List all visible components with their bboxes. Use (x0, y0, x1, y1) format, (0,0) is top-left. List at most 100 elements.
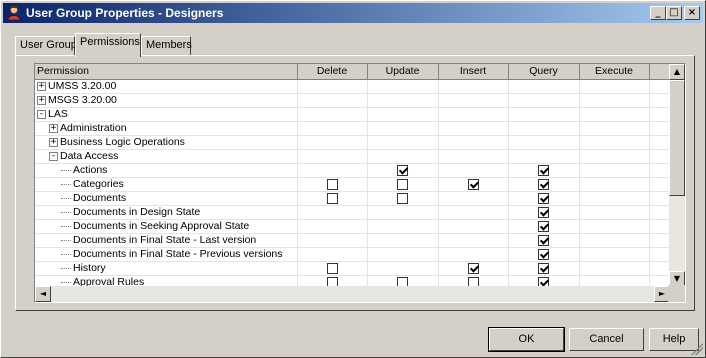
insert-cell[interactable] (438, 247, 509, 262)
execute-cell[interactable] (579, 79, 650, 94)
delete-cell[interactable] (297, 135, 368, 150)
update-cell[interactable] (367, 121, 439, 136)
query-cell[interactable] (508, 205, 580, 220)
collapse-icon[interactable]: - (49, 151, 58, 161)
query-cell[interactable] (508, 79, 580, 94)
permission-cell[interactable]: Documents in Design State (35, 205, 298, 220)
query-cell[interactable] (508, 261, 580, 276)
update-cell[interactable] (367, 149, 439, 164)
permission-cell[interactable]: Documents in Seeking Approval State (35, 219, 298, 234)
delete-cell[interactable] (297, 233, 368, 248)
query-cell[interactable] (508, 177, 580, 192)
delete-checkbox[interactable] (326, 262, 338, 274)
query-cell[interactable] (508, 149, 580, 164)
query-checkbox[interactable] (538, 220, 549, 232)
insert-cell[interactable] (438, 233, 509, 248)
permission-cell[interactable]: + Business Logic Operations (35, 135, 298, 150)
ok-button[interactable]: OK (488, 327, 565, 352)
query-cell[interactable] (508, 121, 580, 136)
insert-cell[interactable] (438, 121, 509, 136)
expand-icon[interactable]: + (49, 137, 58, 147)
title-bar[interactable]: User Group Properties - Designers _ □ × (3, 3, 703, 23)
update-cell[interactable] (367, 107, 439, 122)
update-cell[interactable] (367, 135, 439, 150)
query-checkbox[interactable] (538, 262, 549, 274)
update-cell[interactable] (367, 205, 439, 220)
permission-cell[interactable]: - LAS (35, 107, 298, 122)
horizontal-scrollbar[interactable]: ◄ ► (35, 286, 670, 302)
column-header-delete[interactable]: Delete (297, 64, 368, 80)
query-cell[interactable] (508, 247, 580, 262)
delete-cell[interactable] (297, 79, 368, 94)
execute-cell[interactable] (579, 205, 650, 220)
vertical-scroll-thumb[interactable] (669, 80, 685, 196)
table-row[interactable]: Documents in Seeking Approval State (35, 219, 671, 234)
column-header-permission[interactable]: Permission (35, 64, 298, 80)
insert-checkbox[interactable] (467, 178, 479, 190)
update-cell[interactable] (367, 177, 439, 192)
update-cell[interactable] (367, 191, 439, 206)
delete-cell[interactable] (297, 107, 368, 122)
table-row[interactable]: Documents in Design State (35, 205, 671, 220)
query-checkbox[interactable] (538, 178, 549, 190)
delete-cell[interactable] (297, 191, 368, 206)
table-row[interactable]: + Business Logic Operations (35, 135, 671, 150)
delete-cell[interactable] (297, 177, 368, 192)
column-header-execute[interactable]: Execute (579, 64, 650, 80)
insert-cell[interactable] (438, 163, 509, 178)
delete-cell[interactable] (297, 121, 368, 136)
delete-checkbox[interactable] (326, 178, 338, 190)
expand-icon[interactable]: + (49, 123, 58, 133)
insert-cell[interactable] (438, 191, 509, 206)
expand-icon[interactable]: + (37, 81, 46, 91)
execute-cell[interactable] (579, 247, 650, 262)
column-header-query[interactable]: Query (508, 64, 580, 80)
table-row[interactable]: Actions (35, 163, 671, 178)
maximize-button[interactable]: □ (666, 6, 682, 20)
delete-cell[interactable] (297, 163, 368, 178)
table-row[interactable]: Categories (35, 177, 671, 192)
query-checkbox[interactable] (538, 192, 549, 204)
delete-cell[interactable] (297, 247, 368, 262)
query-checkbox[interactable] (538, 248, 549, 260)
permission-cell[interactable]: Documents in Final State - Previous vers… (35, 247, 298, 262)
execute-cell[interactable] (579, 261, 650, 276)
delete-cell[interactable] (297, 261, 368, 276)
update-cell[interactable] (367, 79, 439, 94)
permission-cell[interactable]: + MSGS 3.20.00 (35, 93, 298, 108)
expand-icon[interactable]: + (37, 95, 46, 105)
execute-cell[interactable] (579, 177, 650, 192)
table-row[interactable]: + UMSS 3.20.00 (35, 79, 671, 94)
permission-cell[interactable]: - Data Access (35, 149, 298, 164)
permission-cell[interactable]: + Administration (35, 121, 298, 136)
permission-cell[interactable]: Documents (35, 191, 298, 206)
delete-cell[interactable] (297, 219, 368, 234)
update-checkbox[interactable] (397, 178, 408, 190)
query-cell[interactable] (508, 107, 580, 122)
tab-members[interactable]: Members (141, 36, 192, 55)
permission-cell[interactable]: Categories (35, 177, 298, 192)
tab-permissions[interactable]: Permissions (75, 33, 141, 57)
update-cell[interactable] (367, 233, 439, 248)
query-checkbox[interactable] (538, 164, 549, 176)
update-checkbox[interactable] (397, 164, 408, 176)
execute-cell[interactable] (579, 93, 650, 108)
delete-cell[interactable] (297, 205, 368, 220)
delete-cell[interactable] (297, 93, 368, 108)
delete-cell[interactable] (297, 149, 368, 164)
query-checkbox[interactable] (538, 234, 549, 246)
close-button[interactable]: × (684, 6, 700, 20)
table-row[interactable]: - Data Access (35, 149, 671, 164)
query-checkbox[interactable] (538, 206, 549, 218)
update-cell[interactable] (367, 163, 439, 178)
insert-cell[interactable] (438, 149, 509, 164)
resize-grip[interactable] (691, 343, 703, 355)
permission-cell[interactable]: Documents in Final State - Last version (35, 233, 298, 248)
minimize-button[interactable]: _ (650, 6, 666, 20)
query-cell[interactable] (508, 163, 580, 178)
insert-cell[interactable] (438, 107, 509, 122)
permission-cell[interactable]: History (35, 261, 298, 276)
table-row[interactable]: + Administration (35, 121, 671, 136)
execute-cell[interactable] (579, 219, 650, 234)
insert-cell[interactable] (438, 205, 509, 220)
